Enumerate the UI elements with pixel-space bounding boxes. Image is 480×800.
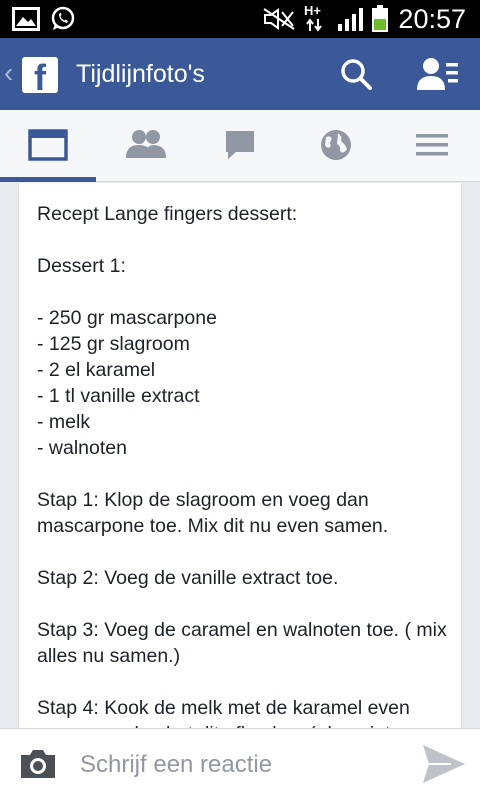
comment-input[interactable]: Schrijf een reactie xyxy=(80,749,400,781)
data-arrows-icon xyxy=(306,18,322,32)
mute-icon xyxy=(263,8,295,30)
network-type: H+ xyxy=(304,3,321,18)
app-bar: ‹ f Tijdlijnfoto's xyxy=(0,38,480,110)
search-icon[interactable] xyxy=(340,58,372,90)
navigation-tabs xyxy=(0,110,480,182)
facebook-logo[interactable]: f xyxy=(22,57,58,97)
friends-icon xyxy=(126,130,166,158)
logo-letter: f xyxy=(34,57,46,98)
tab-notifications[interactable] xyxy=(288,110,384,182)
photo-caption-panel: Recept Lange fingers dessert: Dessert 1:… xyxy=(18,183,462,728)
clock: 20:57 xyxy=(398,4,466,34)
tab-friends[interactable] xyxy=(96,110,192,182)
tab-more[interactable] xyxy=(384,110,480,182)
globe-icon xyxy=(321,130,351,160)
page-title: Tijdlijnfoto's xyxy=(76,60,205,88)
messages-icon xyxy=(226,131,254,159)
whatsapp-notification-icon xyxy=(51,6,75,30)
back-button[interactable]: ‹ xyxy=(4,56,13,90)
friend-requests-icon[interactable] xyxy=(417,56,459,92)
camera-icon[interactable] xyxy=(18,747,58,781)
comment-bar: Schrijf een reactie xyxy=(0,728,480,800)
status-bar: H+ 20:57 xyxy=(0,0,480,38)
tab-messages[interactable] xyxy=(192,110,288,182)
gallery-notification-icon xyxy=(12,7,40,31)
send-icon[interactable] xyxy=(421,743,467,785)
tab-news-feed[interactable] xyxy=(0,110,96,182)
signal-icon xyxy=(338,8,363,31)
post-text: Recept Lange fingers dessert: Dessert 1:… xyxy=(37,203,447,728)
menu-icon xyxy=(416,134,448,156)
news-feed-icon xyxy=(28,129,68,161)
battery-icon xyxy=(372,5,388,32)
